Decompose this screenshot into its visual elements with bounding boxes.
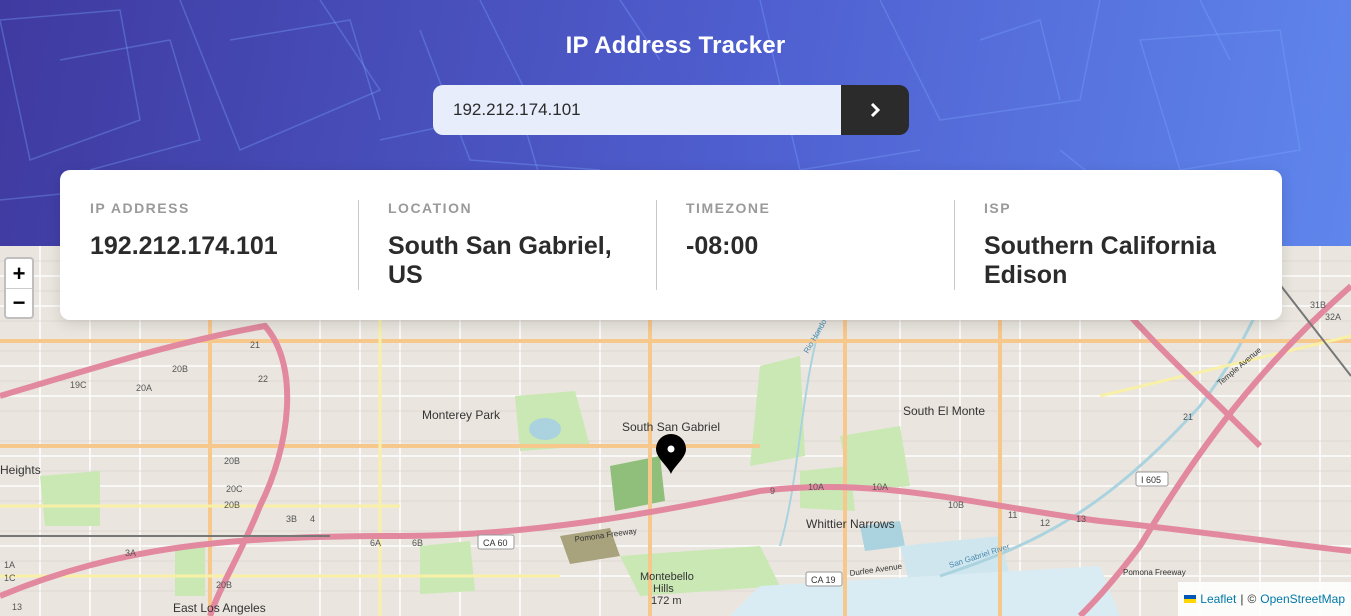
exit-label: 12: [1040, 518, 1050, 528]
exit-label: 6B: [412, 538, 423, 548]
ip-search-input[interactable]: [433, 85, 841, 135]
exit-label: 19C: [70, 380, 87, 390]
place-label: Heights: [0, 463, 41, 477]
exit-label: 1C: [4, 573, 16, 583]
location-value-line1: South San Gabriel,: [388, 232, 612, 260]
leaflet-link[interactable]: Leaflet: [1200, 592, 1236, 606]
place-label: South San Gabriel: [622, 420, 720, 434]
exit-label: 10A: [872, 482, 888, 492]
timezone-value: -08:00: [686, 232, 759, 260]
place-label: East Los Angeles: [173, 601, 266, 615]
ip-address-value: 192.212.174.101: [90, 232, 278, 260]
route-shield: CA 60: [483, 538, 508, 548]
timezone-label: TIMEZONE: [686, 200, 771, 216]
place-label: South El Monte: [903, 404, 985, 418]
ukraine-flag-icon: [1184, 595, 1197, 603]
map-attribution: Leaflet | © OpenStreetMap: [1178, 582, 1351, 616]
ip-info-card: IP ADDRESS 192.212.174.101 LOCATION Sout…: [60, 170, 1282, 320]
exit-label: 3A: [125, 548, 136, 558]
exit-label: 13: [1076, 514, 1086, 524]
chevron-right-icon: [870, 103, 880, 117]
page-title: IP Address Tracker: [565, 32, 786, 59]
search-bar: [433, 85, 909, 135]
place-label: Whittier Narrows: [806, 517, 895, 531]
isp-section: ISP Southern California Edison: [954, 200, 1252, 290]
route-shield: CA 19: [811, 575, 836, 585]
search-submit-button[interactable]: [841, 85, 909, 135]
exit-label: 20B: [224, 500, 240, 510]
exit-label: 22: [258, 374, 268, 384]
timezone-section: TIMEZONE -08:00: [656, 200, 954, 290]
exit-label: 32A: [1325, 312, 1341, 322]
zoom-in-button[interactable]: +: [6, 259, 32, 288]
exit-label: 13: [12, 602, 22, 612]
exit-label: 21: [250, 340, 260, 350]
openstreetmap-link[interactable]: OpenStreetMap: [1260, 592, 1345, 606]
location-value: South San Gabriel, US: [388, 232, 656, 290]
exit-label: 21: [1183, 412, 1193, 422]
exit-label: 20C: [226, 484, 243, 494]
ip-address-label: IP ADDRESS: [90, 200, 190, 216]
location-section: LOCATION South San Gabriel, US: [358, 200, 656, 290]
copyright-symbol: ©: [1247, 592, 1257, 606]
exit-label: 9: [770, 486, 775, 496]
route-shield: I 605: [1141, 475, 1161, 485]
isp-value: Southern California Edison: [984, 232, 1252, 290]
exit-label: 1A: [4, 560, 15, 570]
exit-label: 11: [1008, 510, 1017, 520]
isp-value-line1: Southern California: [984, 232, 1216, 260]
exit-label: 10A: [808, 482, 824, 492]
exit-label: 4: [310, 514, 315, 524]
location-value-line2: US: [388, 261, 423, 289]
place-label: Hills: [653, 583, 674, 595]
location-label: LOCATION: [388, 200, 473, 216]
attribution-separator: |: [1240, 592, 1244, 606]
road-label: Pomona Freeway: [1123, 568, 1186, 577]
exit-label: 20A: [136, 383, 152, 393]
exit-label: 31B: [1310, 300, 1326, 310]
exit-label: 6A: [370, 538, 381, 548]
exit-label: 3B: [286, 514, 297, 524]
zoom-out-button[interactable]: −: [6, 288, 32, 317]
ip-address-section: IP ADDRESS 192.212.174.101: [60, 200, 358, 290]
exit-label: 20B: [224, 456, 240, 466]
isp-value-line2: Edison: [984, 261, 1068, 289]
zoom-control: + −: [4, 257, 34, 319]
exit-label: 20B: [216, 580, 232, 590]
place-label: 172 m: [651, 595, 682, 607]
place-label: Monterey Park: [422, 408, 501, 422]
place-label: Montebello: [640, 571, 694, 583]
exit-label: 20B: [172, 364, 188, 374]
exit-label: 10B: [948, 500, 964, 510]
isp-label: ISP: [984, 200, 1012, 216]
